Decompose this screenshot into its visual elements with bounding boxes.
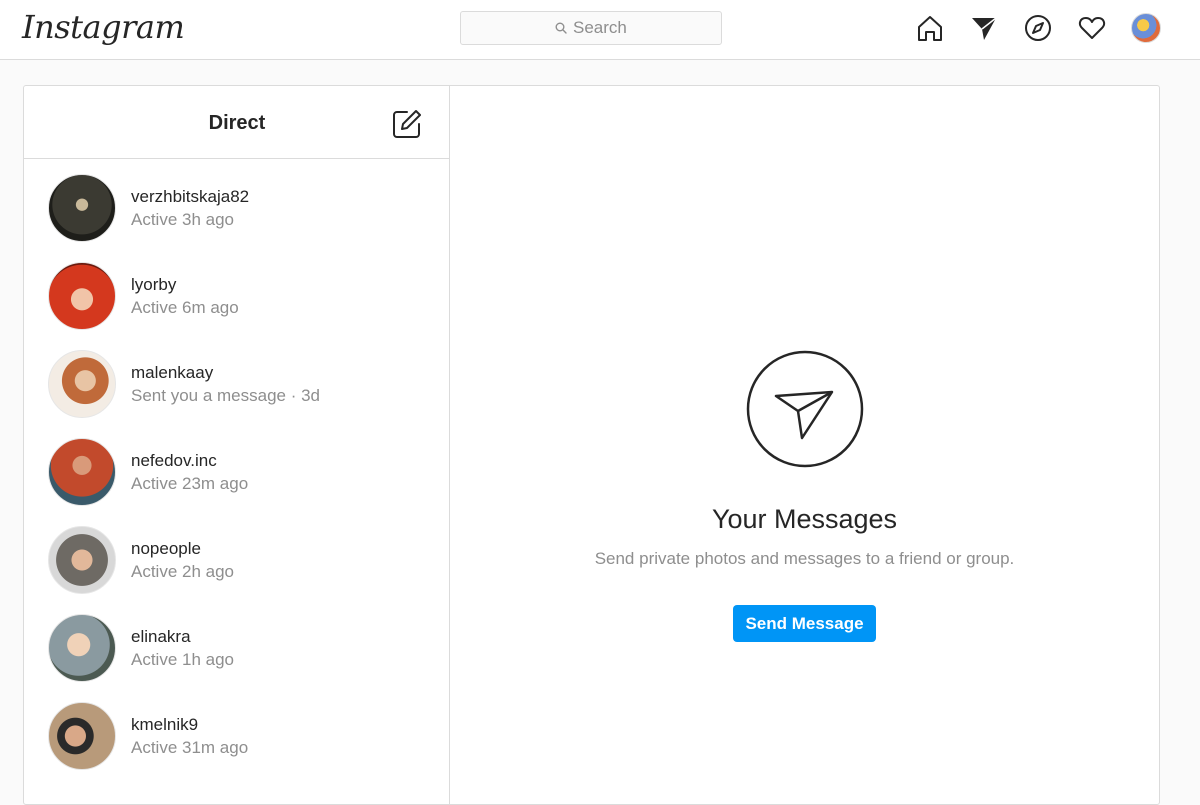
- conversation-status: Sent you a message · 3d: [131, 386, 321, 405]
- conversation-status: Active 23m ago: [131, 474, 249, 493]
- instagram-logo[interactable]: Instagram: [22, 8, 185, 46]
- conversation-item[interactable]: kmelnik9 Active 31m ago: [24, 692, 449, 780]
- conversation-username: kmelnik9: [131, 715, 199, 734]
- direct-message-icon: [746, 350, 863, 468]
- conversation-status: Active 3h ago: [131, 210, 235, 229]
- activity-heart-icon[interactable]: [1075, 11, 1109, 45]
- avatar: [48, 174, 116, 242]
- direct-header: Direct: [24, 86, 449, 159]
- conversation-sidebar: Direct verzhbitskaja82 Active 3h ago lyo…: [24, 86, 450, 804]
- search-input[interactable]: [573, 18, 627, 38]
- nav-icons: [913, 11, 1163, 45]
- conversation-username: nopeople: [131, 539, 201, 558]
- conversation-status: Active 1h ago: [131, 650, 235, 669]
- home-icon[interactable]: [913, 11, 947, 45]
- message-pane: Your Messages Send private photos and me…: [450, 86, 1159, 804]
- conversation-item[interactable]: lyorby Active 6m ago: [24, 252, 449, 340]
- avatar: [48, 526, 116, 594]
- send-message-button[interactable]: Send Message: [733, 605, 876, 642]
- empty-messages-state: Your Messages Send private photos and me…: [450, 350, 1159, 642]
- conversation-item[interactable]: nopeople Active 2h ago: [24, 516, 449, 604]
- avatar: [48, 438, 116, 506]
- avatar: [48, 350, 116, 418]
- search-icon: [555, 22, 567, 34]
- explore-icon[interactable]: [1021, 11, 1055, 45]
- conversation-status: Active 2h ago: [131, 562, 235, 581]
- conversation-username: malenkaay: [131, 363, 214, 382]
- conversation-username: nefedov.inc: [131, 451, 217, 470]
- conversation-item[interactable]: elinakra Active 1h ago: [24, 604, 449, 692]
- search-box[interactable]: [460, 11, 722, 45]
- new-message-button[interactable]: [390, 107, 424, 141]
- conversation-item[interactable]: malenkaay Sent you a message · 3d: [24, 340, 449, 428]
- conversation-status: Active 31m ago: [131, 738, 249, 757]
- new-message-icon: [393, 110, 421, 138]
- conversation-list: verzhbitskaja82 Active 3h ago lyorby Act…: [24, 159, 449, 780]
- conversation-item[interactable]: nefedov.inc Active 23m ago: [24, 428, 449, 516]
- direct-inbox-panel: Direct verzhbitskaja82 Active 3h ago lyo…: [23, 85, 1160, 805]
- avatar: [48, 702, 116, 770]
- conversation-username: lyorby: [131, 275, 177, 294]
- avatar: [48, 262, 116, 330]
- conversation-username: elinakra: [131, 627, 191, 646]
- direct-title: Direct: [208, 112, 266, 134]
- profile-avatar-button[interactable]: [1129, 11, 1163, 45]
- top-navigation-bar: Instagram: [0, 0, 1200, 60]
- conversation-item[interactable]: verzhbitskaja82 Active 3h ago: [24, 164, 449, 252]
- empty-state-subtitle: Send private photos and messages to a fr…: [594, 549, 1015, 568]
- avatar: [48, 614, 116, 682]
- direct-icon[interactable]: [967, 11, 1001, 45]
- avatar: [1131, 13, 1161, 43]
- conversation-status: Active 6m ago: [131, 298, 239, 317]
- empty-state-title: Your Messages: [711, 504, 898, 534]
- conversation-username: verzhbitskaja82: [131, 187, 250, 206]
